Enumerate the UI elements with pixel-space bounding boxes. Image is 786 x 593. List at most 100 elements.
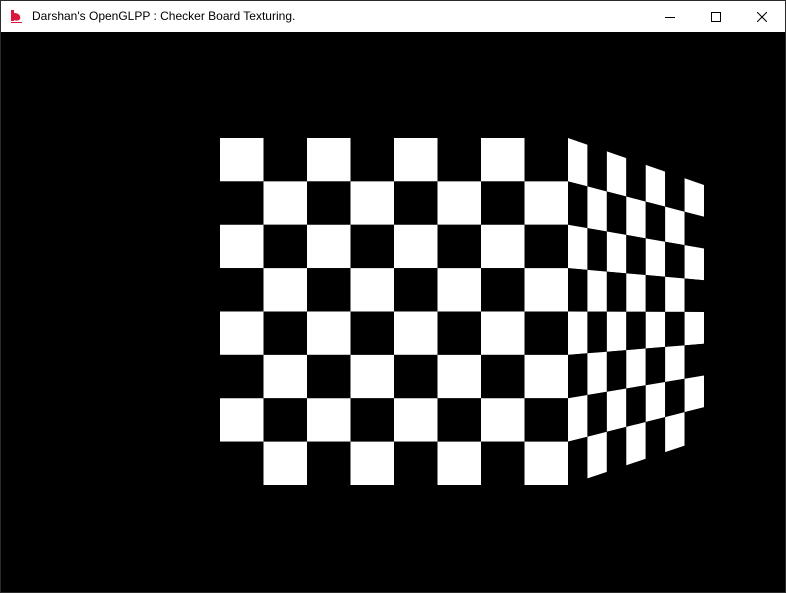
checker-cell: [645, 417, 666, 459]
checker-cell: [437, 441, 481, 485]
checker-cell: [524, 311, 568, 355]
checker-cell: [684, 245, 704, 281]
checker-cell: [665, 311, 685, 347]
checker-cell: [394, 441, 438, 485]
checker-cell: [568, 311, 588, 355]
window-title: Darshan's OpenGLPP : Checker Board Textu…: [32, 9, 296, 23]
close-button[interactable]: [739, 1, 785, 32]
checker-cell: [568, 224, 588, 270]
checker-cell: [568, 268, 588, 312]
checker-cell: [626, 196, 646, 239]
checker-cell: [684, 375, 704, 413]
checker-cell: [481, 268, 525, 312]
checker-cell: [307, 268, 351, 312]
checker-cell: [524, 441, 568, 485]
checker-cell: [665, 171, 685, 212]
checker-cell: [220, 138, 264, 182]
checker-cell: [437, 268, 481, 312]
close-icon: [757, 11, 767, 22]
checker-cell: [524, 138, 568, 182]
checker-cell: [606, 191, 627, 235]
checker-cell: [665, 412, 685, 453]
maximize-icon: [711, 11, 721, 22]
checker-cell: [481, 311, 525, 355]
maximize-button[interactable]: [693, 1, 739, 32]
checker-cell: [350, 181, 394, 225]
checker-cell: [307, 441, 351, 485]
checker-cell: [437, 311, 481, 355]
checker-cell: [587, 228, 607, 272]
checker-cell: [645, 311, 666, 349]
checker-cell: [394, 138, 438, 182]
checker-cell: [263, 398, 307, 442]
checker-cell: [307, 224, 351, 269]
checker-cell: [350, 268, 394, 312]
checker-cell: [665, 276, 685, 312]
checker-cell: [394, 398, 438, 442]
checker-cell: [684, 311, 704, 346]
checker-cell: [587, 351, 607, 395]
checker-cell: [437, 224, 481, 269]
checker-cell: [568, 436, 588, 485]
checker-cell: [665, 345, 685, 382]
checker-cell: [524, 354, 568, 399]
checker-cell: [437, 138, 481, 182]
checker-cell: [481, 441, 525, 485]
checker-cell: [626, 421, 646, 466]
checker-cell: [394, 224, 438, 269]
checker-cell: [626, 234, 646, 276]
checker-cell: [220, 441, 264, 485]
checker-cell: [394, 354, 438, 399]
checker-cell: [626, 158, 646, 202]
checkerboard-scene: [220, 138, 704, 485]
checker-cell: [524, 181, 568, 225]
checker-cell: [481, 398, 525, 442]
checker-cell: [350, 398, 394, 442]
checker-cell: [587, 431, 607, 479]
checker-cell: [684, 211, 704, 249]
checker-cell: [568, 138, 588, 187]
checker-cell: [437, 354, 481, 399]
checker-cell: [568, 181, 588, 229]
checker-cell: [606, 350, 627, 392]
checker-cell: [645, 275, 666, 312]
checker-cell: [437, 398, 481, 442]
checker-cell: [606, 426, 627, 472]
checker-cell: [684, 343, 704, 379]
opengl-viewport[interactable]: [1, 32, 785, 592]
checker-cell: [587, 186, 607, 232]
checker-cell: [587, 144, 607, 192]
checker-cell: [645, 382, 666, 422]
checker-cell: [220, 224, 264, 269]
app-logo-icon: [11, 10, 22, 23]
checker-cell: [481, 181, 525, 225]
checker-cell: [263, 224, 307, 269]
checker-cell: [307, 354, 351, 399]
checker-cell: [568, 395, 588, 442]
checker-cell: [684, 407, 704, 446]
checker-cell: [524, 268, 568, 312]
checker-cell: [220, 311, 264, 355]
checker-cell: [350, 311, 394, 355]
checker-cell: [606, 231, 627, 274]
checker-cell: [220, 354, 264, 399]
checker-cell: [394, 268, 438, 312]
checker-cell: [645, 346, 666, 386]
checker-cell: [645, 201, 666, 242]
checker-cell: [307, 181, 351, 225]
checker-cell: [263, 138, 307, 182]
checker-cell: [626, 311, 646, 351]
checker-cell: [394, 181, 438, 225]
checker-cell: [665, 241, 685, 279]
checker-cell: [263, 441, 307, 485]
checker-cell: [684, 178, 704, 217]
checker-cell: [568, 353, 588, 399]
checker-cell: [626, 385, 646, 427]
minimize-button[interactable]: [647, 1, 693, 32]
checker-cell: [307, 311, 351, 355]
checker-cell: [626, 348, 646, 389]
checker-cell: [481, 354, 525, 399]
title-bar[interactable]: Darshan's OpenGLPP : Checker Board Textu…: [1, 1, 785, 32]
checker-cell: [645, 238, 666, 277]
checker-cell: [481, 138, 525, 182]
